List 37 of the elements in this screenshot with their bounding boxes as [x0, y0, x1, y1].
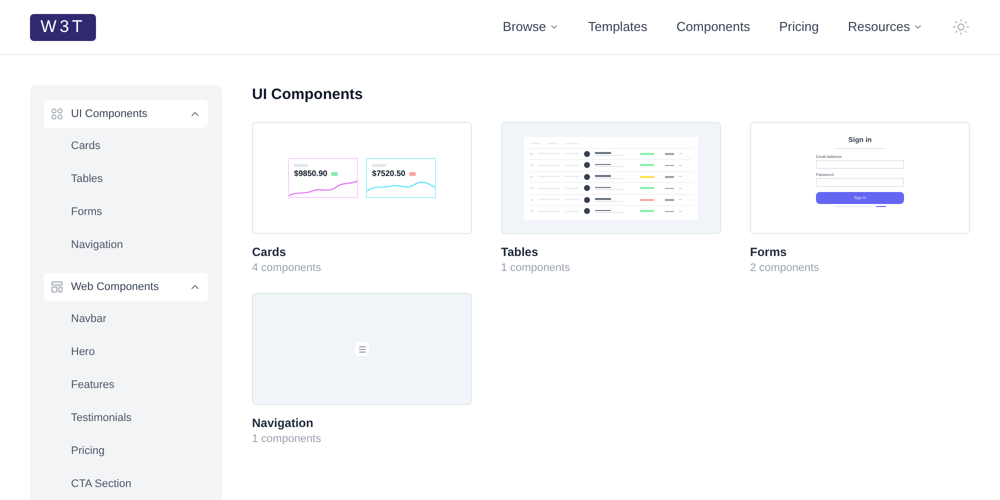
layout-icon	[51, 281, 63, 293]
stat-value: $9850.90	[294, 169, 328, 179]
sidebar-item[interactable]: Navbar	[44, 303, 208, 336]
nav-link[interactable]: Resources	[848, 17, 923, 37]
nav-link[interactable]: Pricing	[779, 17, 819, 37]
card-title[interactable]: Navigation	[252, 415, 472, 431]
sidebar-item[interactable]: Pricing	[44, 435, 208, 468]
sidebar-item[interactable]: Hero	[44, 336, 208, 369]
theme-toggle-icon[interactable]	[952, 18, 970, 36]
component-preview[interactable]: $9850.90 $7520.50	[252, 122, 472, 234]
component-count: 1 components	[252, 432, 322, 447]
nav-link[interactable]: Components	[676, 17, 750, 37]
logo[interactable]: W3T	[30, 14, 96, 40]
stat-value: $7520.50	[372, 169, 406, 179]
sidebar-item[interactable]: Testimonials	[44, 402, 208, 435]
menu-icon	[355, 342, 369, 356]
component-preview[interactable]	[501, 122, 721, 234]
card-title[interactable]: Tables	[501, 244, 721, 260]
sidebar-item[interactable]: Features	[44, 369, 208, 402]
card-title[interactable]: Forms	[750, 244, 970, 260]
sidebar-item[interactable]: Cards	[44, 130, 208, 163]
sparkline	[289, 179, 357, 197]
component-count: 1 components	[501, 261, 572, 276]
component-count: 4 components	[252, 261, 322, 276]
nav-link[interactable]: Browse	[502, 17, 560, 37]
sidebar-item[interactable]: CTA Section	[44, 468, 208, 500]
sidebar-group[interactable]: Web Components	[44, 273, 208, 301]
sidebar-item[interactable]: Forms	[44, 196, 208, 229]
sidebar-item[interactable]: Navigation	[44, 229, 208, 262]
grid-icon	[51, 108, 63, 120]
sidebar-group[interactable]: UI Components	[44, 100, 208, 128]
sidebar-item[interactable]: Tables	[44, 163, 208, 196]
card-title[interactable]: Cards	[252, 244, 472, 260]
component-preview[interactable]	[252, 293, 472, 405]
component-count: 2 components	[750, 261, 820, 276]
nav-link[interactable]: Templates	[588, 17, 648, 37]
page-title: UI Components	[252, 85, 364, 105]
